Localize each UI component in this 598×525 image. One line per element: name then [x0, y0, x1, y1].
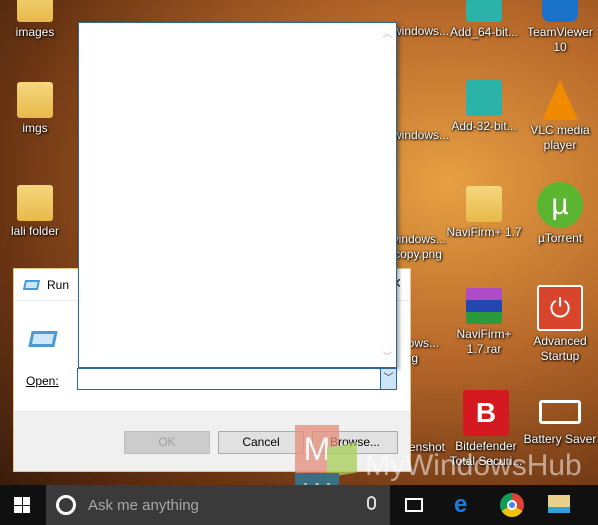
power-icon: ⏻	[537, 285, 583, 331]
vlc-icon	[542, 80, 578, 120]
utorrent-icon: µ	[537, 182, 583, 228]
desktop-icon-navifirm[interactable]: NaviFirm+ 1.7	[446, 186, 522, 240]
desktop-icon-navifirm-rar[interactable]: NaviFirm+ 1.7.rar	[446, 288, 522, 357]
desktop-icon-teamviewer[interactable]: TeamViewer 10	[522, 0, 598, 55]
cortana-icon	[56, 495, 76, 515]
cancel-button[interactable]: Cancel	[218, 431, 304, 454]
file-explorer-icon[interactable]	[548, 495, 570, 513]
desktop-icon-battery-saver[interactable]: Battery Saver	[517, 392, 598, 447]
desktop-icon-add-32-bit[interactable]: Add-32-bit...	[446, 80, 522, 134]
desktop-icon-images[interactable]: images	[0, 0, 73, 40]
dropdown-scrollbar[interactable]: ︿ ﹀	[379, 23, 396, 367]
scroll-up-icon[interactable]: ︿	[379, 25, 396, 40]
run-large-icon	[28, 331, 58, 347]
ok-button[interactable]: OK	[124, 431, 210, 454]
desktop-icon-bitdefender[interactable]: B Bitdefender Total Securi...	[446, 390, 526, 469]
microphone-icon[interactable]	[367, 496, 376, 510]
scroll-down-icon[interactable]: ﹀	[379, 348, 396, 363]
winrar-icon	[466, 288, 502, 324]
desktop-icon-lali-folder[interactable]: lali folder	[0, 185, 73, 239]
teamviewer-icon	[542, 0, 578, 22]
battery-icon	[539, 400, 581, 424]
chrome-icon[interactable]	[500, 493, 524, 517]
cortana-search-box[interactable]: Ask me anything	[46, 485, 390, 525]
desktop-icon-vlc[interactable]: VLC media player	[522, 80, 598, 153]
desktop-icon-add-64-bit[interactable]: Add_64-bit...	[446, 0, 522, 40]
open-combobox[interactable]: ﹀	[77, 368, 397, 390]
start-button[interactable]	[14, 497, 30, 513]
windows-logo-icon	[14, 497, 22, 505]
chevron-down-icon[interactable]: ﹀	[380, 369, 396, 389]
task-view-icon[interactable]	[405, 498, 423, 512]
open-history-dropdown-list[interactable]: ︿ ﹀	[78, 22, 397, 368]
desktop-icon-imgs[interactable]: imgs	[0, 82, 73, 136]
desktop-icon-advanced-startup[interactable]: ⏻ Advanced Startup	[522, 285, 598, 364]
registry-icon	[466, 0, 502, 22]
folder-icon	[17, 185, 53, 221]
folder-icon	[466, 186, 502, 222]
taskbar: Ask me anything e	[0, 485, 598, 525]
browse-button[interactable]: Browse...	[312, 431, 398, 454]
desktop-icon-utorrent[interactable]: µ µTorrent	[522, 182, 598, 246]
registry-icon	[466, 80, 502, 116]
folder-icon	[17, 0, 53, 22]
edge-icon[interactable]: e	[454, 493, 467, 517]
run-icon	[22, 279, 41, 290]
open-label: Open:	[26, 374, 59, 388]
folder-icon	[17, 82, 53, 118]
bitdefender-icon: B	[463, 390, 509, 436]
